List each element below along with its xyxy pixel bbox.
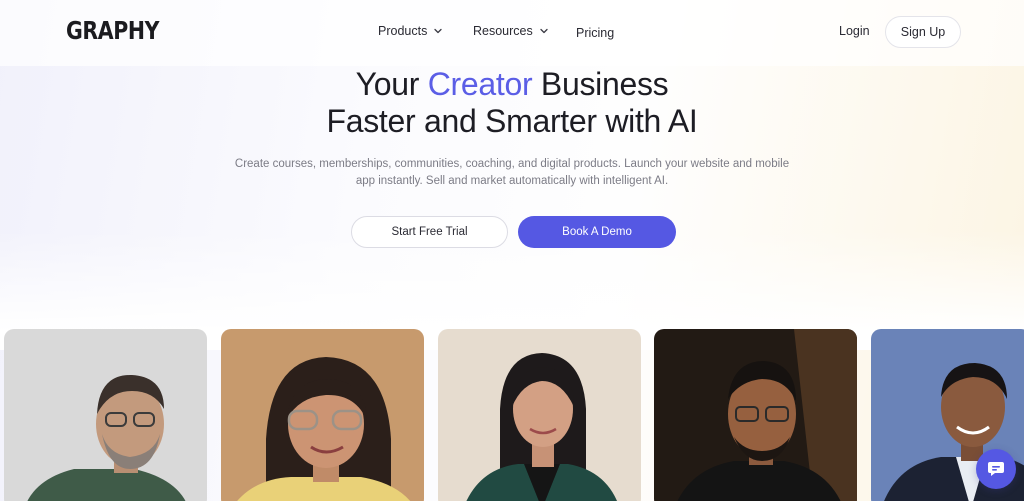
- nav-products[interactable]: Products: [378, 24, 443, 38]
- creator-photo-card: [438, 329, 641, 501]
- hero-title: Your Creator Business Faster and Smarter…: [0, 66, 1024, 140]
- graphy-logo[interactable]: GRAPHY: [66, 16, 159, 45]
- hero-title-pre: Your: [355, 66, 428, 102]
- login-link[interactable]: Login: [839, 24, 870, 38]
- nav-pricing[interactable]: Pricing: [576, 26, 614, 40]
- book-demo-button[interactable]: Book A Demo: [518, 216, 676, 248]
- chat-bubble-icon: [988, 462, 1004, 476]
- nav-pricing-label: Pricing: [576, 26, 615, 40]
- hero-title-line1: Your Creator Business: [0, 66, 1024, 103]
- nav-products-label: Products: [378, 24, 428, 38]
- hero-subtext-line1: Create courses, memberships, communities…: [234, 158, 790, 170]
- chat-widget-button[interactable]: [976, 449, 1016, 489]
- nav-resources-label: Resources: [473, 24, 533, 38]
- creator-photo: [438, 329, 641, 501]
- signup-button[interactable]: Sign Up: [885, 16, 961, 48]
- hero-title-accent: Creator: [427, 66, 533, 102]
- site-header: GRAPHY Products Resources Pricing Login …: [0, 0, 1024, 66]
- start-free-trial-button[interactable]: Start Free Trial: [351, 216, 508, 248]
- hero-title-post: Business: [532, 66, 669, 102]
- hero-subtext-line2: app instantly. Sell and market automatic…: [355, 175, 669, 187]
- chevron-down-icon: [540, 28, 548, 34]
- creator-photo-card: [654, 329, 857, 501]
- hero-subtext: Create courses, memberships, communities…: [232, 156, 792, 190]
- nav-resources[interactable]: Resources: [473, 24, 549, 38]
- creator-photo-card: [221, 329, 424, 501]
- creator-photo: [4, 329, 207, 501]
- hero-title-line2: Faster and Smarter with AI: [326, 103, 698, 139]
- creator-photo: [654, 329, 857, 501]
- creator-photo-card: [4, 329, 207, 501]
- chevron-down-icon: [434, 28, 442, 34]
- creator-photo: [221, 329, 424, 501]
